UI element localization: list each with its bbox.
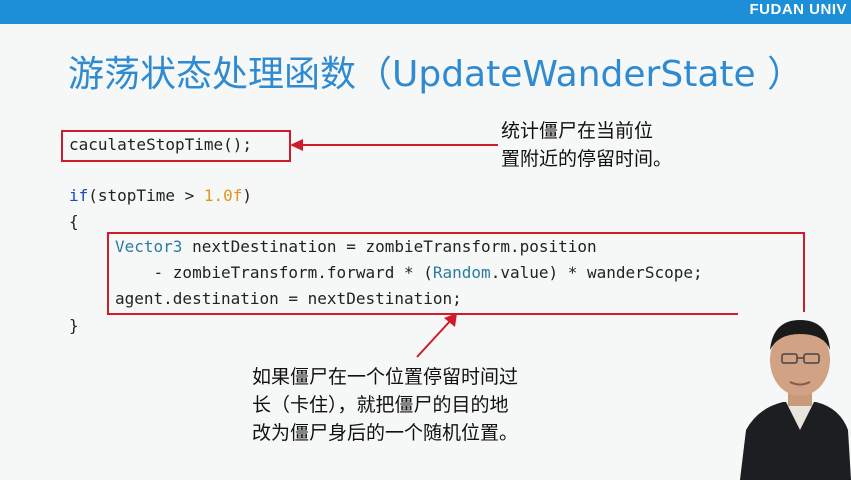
presenter-video (738, 312, 851, 480)
note-stop-time-line1: 统计僵尸在当前位 (501, 120, 654, 142)
arrow-to-destination-box (416, 313, 457, 358)
note-stop-time-line2: 置附近的停留时间。 (501, 148, 673, 170)
note-stuck-line1: 如果僵尸在一个位置停留时间过 (252, 366, 519, 388)
note-stuck-line3: 改为僵尸身后的一个随机位置。 (252, 422, 519, 444)
note-stuck-line2: 长（卡住），就把僵尸的目的地 (252, 394, 509, 416)
arrow-to-stop-time (290, 139, 498, 151)
note-stuck: 如果僵尸在一个位置停留时间过 长（卡住），就把僵尸的目的地 改为僵尸身后的一个随… (252, 363, 518, 447)
note-stop-time: 统计僵尸在当前位 置附近的停留时间。 (501, 117, 672, 173)
